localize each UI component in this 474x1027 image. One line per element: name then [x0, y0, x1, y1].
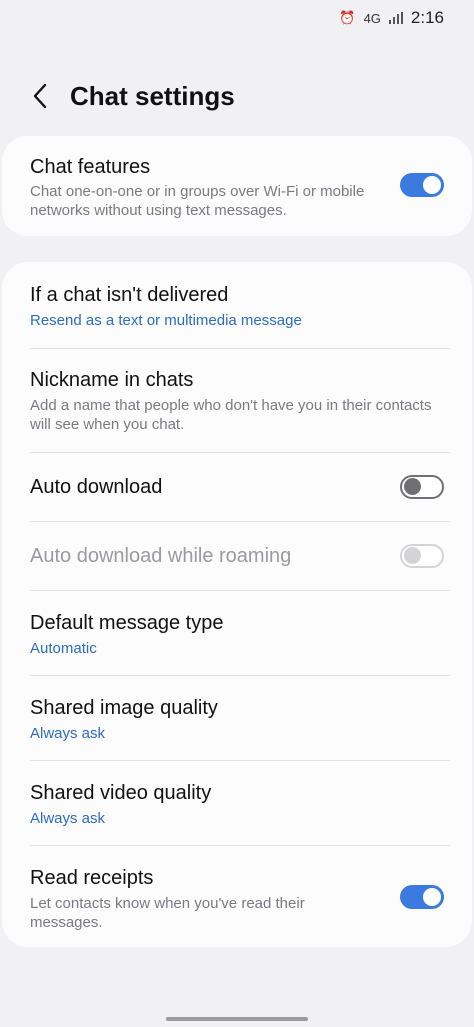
- network-type-icon: 4G: [363, 10, 381, 26]
- settings-card: If a chat isn't delivered Resend as a te…: [2, 262, 472, 947]
- chat-features-row[interactable]: Chat features Chat one-on-one or in grou…: [2, 136, 472, 236]
- auto-download-label: Auto download: [30, 476, 163, 498]
- undelivered-label: If a chat isn't delivered: [30, 284, 229, 306]
- default-message-type-label: Default message type: [30, 612, 224, 634]
- nickname-label: Nickname in chats: [30, 369, 194, 391]
- auto-download-toggle[interactable]: [400, 475, 444, 499]
- back-button[interactable]: [26, 78, 54, 114]
- read-receipts-toggle[interactable]: [400, 885, 444, 909]
- auto-download-roaming-toggle: [400, 544, 444, 568]
- page-title: Chat settings: [70, 81, 235, 111]
- auto-download-roaming-row: Auto download while roaming: [2, 522, 472, 590]
- undelivered-row[interactable]: If a chat isn't delivered Resend as a te…: [2, 262, 472, 348]
- shared-image-quality-row[interactable]: Shared image quality Always ask: [2, 676, 472, 760]
- chat-features-description: Chat one-on-one or in groups over Wi-Fi …: [30, 183, 365, 219]
- chat-features-label: Chat features: [30, 156, 151, 178]
- shared-video-quality-value: Always ask: [30, 810, 106, 827]
- back-arrow-icon: [33, 83, 47, 109]
- shared-image-quality-label: Shared image quality: [30, 697, 218, 719]
- signal-icon: [388, 12, 403, 24]
- home-indicator[interactable]: [166, 1017, 308, 1021]
- nickname-description: Add a name that people who don't have yo…: [30, 397, 432, 433]
- chat-features-toggle[interactable]: [400, 173, 444, 197]
- nickname-row[interactable]: Nickname in chats Add a name that people…: [2, 349, 472, 452]
- status-bar: ⏰ 4G 2:16: [0, 0, 474, 36]
- shared-video-quality-row[interactable]: Shared video quality Always ask: [2, 761, 472, 845]
- header: Chat settings: [0, 78, 474, 114]
- clock: 2:16: [410, 8, 444, 27]
- read-receipts-description: Let contacts know when you've read their…: [30, 895, 305, 931]
- auto-download-roaming-label: Auto download while roaming: [30, 545, 292, 567]
- alarm-icon: ⏰: [339, 10, 356, 25]
- shared-video-quality-label: Shared video quality: [30, 782, 212, 804]
- default-message-type-row[interactable]: Default message type Automatic: [2, 591, 472, 675]
- shared-image-quality-value: Always ask: [30, 725, 106, 742]
- read-receipts-row[interactable]: Read receipts Let contacts know when you…: [2, 846, 472, 946]
- default-message-type-value: Automatic: [30, 640, 97, 657]
- read-receipts-label: Read receipts: [30, 867, 154, 889]
- auto-download-row[interactable]: Auto download: [2, 453, 472, 521]
- undelivered-value: Resend as a text or multimedia message: [30, 312, 302, 329]
- chat-features-card: Chat features Chat one-on-one or in grou…: [2, 136, 472, 236]
